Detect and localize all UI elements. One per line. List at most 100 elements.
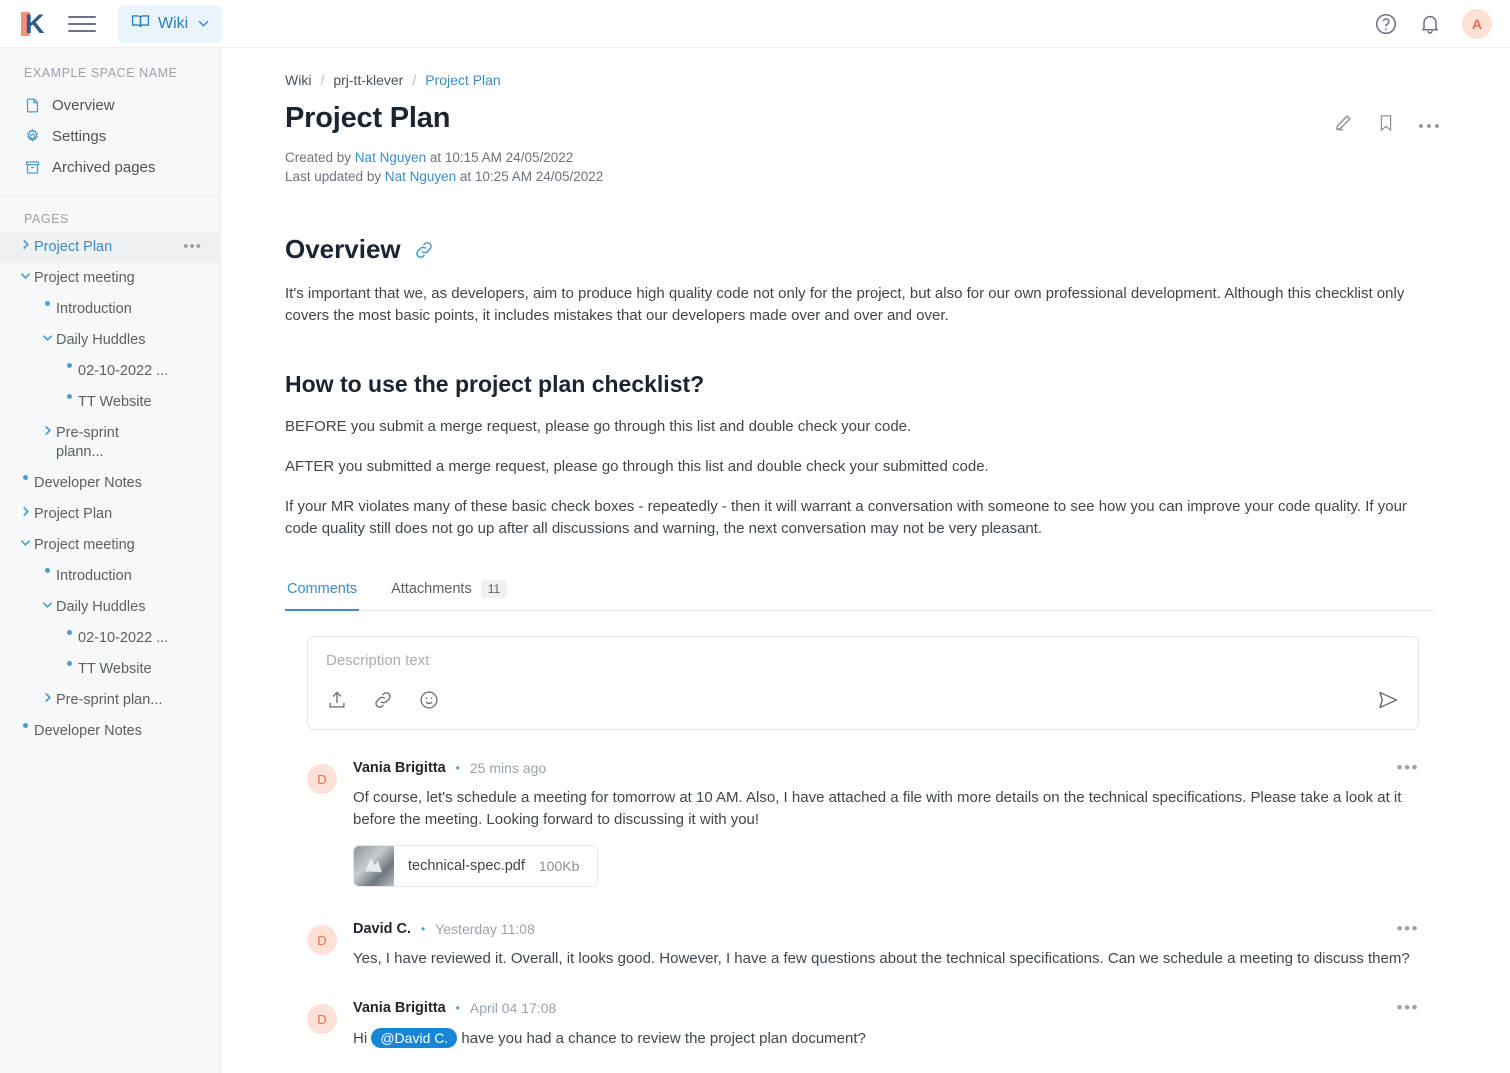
tree-item-label: Project meeting	[34, 270, 135, 286]
chevron-right-icon[interactable]	[38, 425, 56, 436]
emoji-icon[interactable]	[418, 689, 440, 716]
chevron-right-icon[interactable]	[38, 692, 56, 703]
content-tabs: Comments Attachments 11	[285, 574, 1435, 611]
notification-bell-icon[interactable]	[1418, 12, 1442, 36]
chevron-down-icon[interactable]	[16, 537, 34, 548]
page-meta: Created by Nat Nguyen at 10:15 AM 24/05/…	[285, 148, 1450, 186]
bullet-icon	[16, 475, 34, 480]
more-options-icon[interactable]	[1418, 117, 1440, 135]
breadcrumb-wiki[interactable]: Wiki	[285, 72, 311, 88]
comment-text: Hi @David C. have you had a chance to re…	[353, 1027, 1419, 1050]
upload-icon[interactable]	[326, 689, 348, 716]
tree-item-project-plan[interactable]: Project Plan •••	[0, 232, 220, 263]
tree-item-project-meeting[interactable]: Project meeting	[0, 530, 220, 561]
breadcrumb-current[interactable]: Project Plan	[425, 72, 500, 88]
comment-more-icon[interactable]: •••	[1397, 998, 1419, 1018]
help-icon[interactable]	[1374, 12, 1398, 36]
comment-author: Vania Brigitta	[353, 1000, 446, 1016]
comment-header: Vania Brigitta • 25 mins ago •••	[353, 758, 1419, 778]
comment-text-after: have you had a chance to review the proj…	[461, 1030, 866, 1047]
comment-text: Yes, I have reviewed it. Overall, it loo…	[353, 950, 1410, 967]
hamburger-menu-icon[interactable]	[68, 15, 96, 32]
wiki-space-selector[interactable]: Wiki	[118, 4, 223, 43]
comment-attachment[interactable]: technical-spec.pdf 100Kb	[353, 845, 599, 887]
hamburger-line	[68, 15, 96, 18]
attachment-thumbnail	[354, 846, 394, 886]
tree-item-label: Pre-sprint plan...	[56, 692, 163, 708]
created-author[interactable]: Nat Nguyen	[355, 150, 426, 165]
comment-header: Vania Brigitta • April 04 17:08 •••	[353, 998, 1419, 1018]
tree-item-label: Developer Notes	[34, 475, 142, 491]
tree-item-daily-huddles[interactable]: Daily Huddles	[0, 592, 220, 623]
tree-item-introduction[interactable]: Introduction	[0, 294, 220, 325]
tree-item-developer-notes[interactable]: Developer Notes	[0, 468, 220, 499]
pages-tree: Project Plan ••• Project meeting Introducti…	[0, 232, 220, 757]
tree-item-02-10-2022[interactable]: 02-10-2022 ...	[0, 623, 220, 654]
bookmark-icon[interactable]	[1376, 113, 1396, 138]
updated-author[interactable]: Nat Nguyen	[385, 169, 456, 184]
tree-item-label: TT Website	[78, 661, 152, 677]
attachments-count-badge: 11	[480, 580, 508, 598]
book-icon	[131, 12, 150, 36]
sidebar-item-overview[interactable]: Overview	[0, 90, 220, 121]
tab-label: Comments	[287, 580, 358, 597]
tree-item-label: Daily Huddles	[56, 332, 146, 348]
created-suffix: at 10:15 AM 24/05/2022	[429, 150, 574, 165]
link-icon[interactable]	[372, 689, 394, 716]
tree-item-pre-sprint-plan[interactable]: Pre-sprint plan...	[0, 685, 220, 716]
tree-item-introduction[interactable]: Introduction	[0, 561, 220, 592]
chevron-down-icon[interactable]	[38, 332, 56, 343]
tree-item-label: Introduction	[56, 301, 132, 317]
body-split: EXAMPLE SPACE NAME Overview Settings Arc…	[0, 48, 1510, 1073]
updated-prefix: Last updated by	[285, 169, 382, 184]
chevron-right-icon[interactable]	[16, 239, 34, 250]
comment-author: David C.	[353, 921, 412, 937]
tree-item-tt-website[interactable]: TT Website	[0, 387, 220, 418]
bullet-icon	[60, 394, 78, 399]
chevron-down-icon[interactable]	[16, 270, 34, 281]
klever-logo-icon[interactable]: K	[20, 9, 50, 39]
comment-text-before: Hi	[353, 1030, 368, 1047]
comment-text: Of course, let's schedule a meeting for …	[353, 789, 1402, 828]
comment-avatar[interactable]: D	[307, 764, 337, 794]
tree-item-developer-notes[interactable]: Developer Notes	[0, 716, 220, 747]
breadcrumb-project[interactable]: prj-tt-klever	[333, 72, 403, 88]
tree-item-project-plan[interactable]: Project Plan	[0, 499, 220, 530]
link-anchor-icon[interactable]	[413, 239, 435, 261]
tree-item-project-meeting[interactable]: Project meeting	[0, 263, 220, 294]
tree-item-pre-sprint-plann[interactable]: Pre-sprint plann...	[0, 418, 220, 468]
breadcrumb-separator: /	[412, 72, 417, 88]
user-avatar[interactable]: A	[1462, 8, 1492, 39]
comment-item: D David C. • Yesterday 11:08 ••• Yes, I have …	[307, 919, 1419, 970]
attachment-filesize: 100Kb	[538, 858, 580, 874]
comment-avatar[interactable]: D	[307, 1004, 337, 1034]
tree-item-label: Project Plan	[34, 239, 113, 255]
attachment-filename: technical-spec.pdf	[408, 858, 525, 874]
tree-item-daily-huddles[interactable]: Daily Huddles	[0, 325, 220, 356]
comment-more-icon[interactable]: •••	[1397, 758, 1419, 778]
tab-attachments[interactable]: Attachments 11	[389, 574, 509, 610]
comment-composer[interactable]: Description text	[307, 636, 1419, 730]
chevron-right-icon[interactable]	[16, 506, 34, 517]
comment-more-icon[interactable]: •••	[1397, 919, 1419, 939]
chevron-down-icon[interactable]	[38, 599, 56, 610]
comment-input-placeholder[interactable]: Description text	[326, 652, 1400, 669]
send-icon[interactable]	[1376, 688, 1400, 717]
main-content: Wiki / prj-tt-klever / Project Plan Proj…	[221, 48, 1510, 1073]
sidebar-item-label: Archived pages	[52, 159, 156, 176]
created-line: Created by Nat Nguyen at 10:15 AM 24/05/…	[285, 148, 1450, 167]
comment-avatar[interactable]: D	[307, 925, 337, 955]
sidebar-item-archived-pages[interactable]: Archived pages	[0, 152, 220, 183]
paragraph-violates: If your MR violates many of these basic …	[285, 498, 1407, 537]
breadcrumb-separator: /	[320, 72, 325, 88]
edit-pencil-icon[interactable]	[1332, 112, 1354, 139]
tab-comments[interactable]: Comments	[285, 575, 360, 611]
tree-item-label: Introduction	[56, 568, 132, 584]
tree-item-more-icon[interactable]: •••	[183, 238, 212, 255]
tree-item-label: Pre-sprint plann...	[56, 425, 119, 460]
tree-item-tt-website[interactable]: TT Website	[0, 654, 220, 685]
user-mention[interactable]: @David C.	[371, 1028, 458, 1048]
sidebar-item-settings[interactable]: Settings	[0, 121, 220, 152]
tree-item-02-10-2022[interactable]: 02-10-2022 ...	[0, 356, 220, 387]
page-title: Project Plan	[285, 102, 451, 134]
